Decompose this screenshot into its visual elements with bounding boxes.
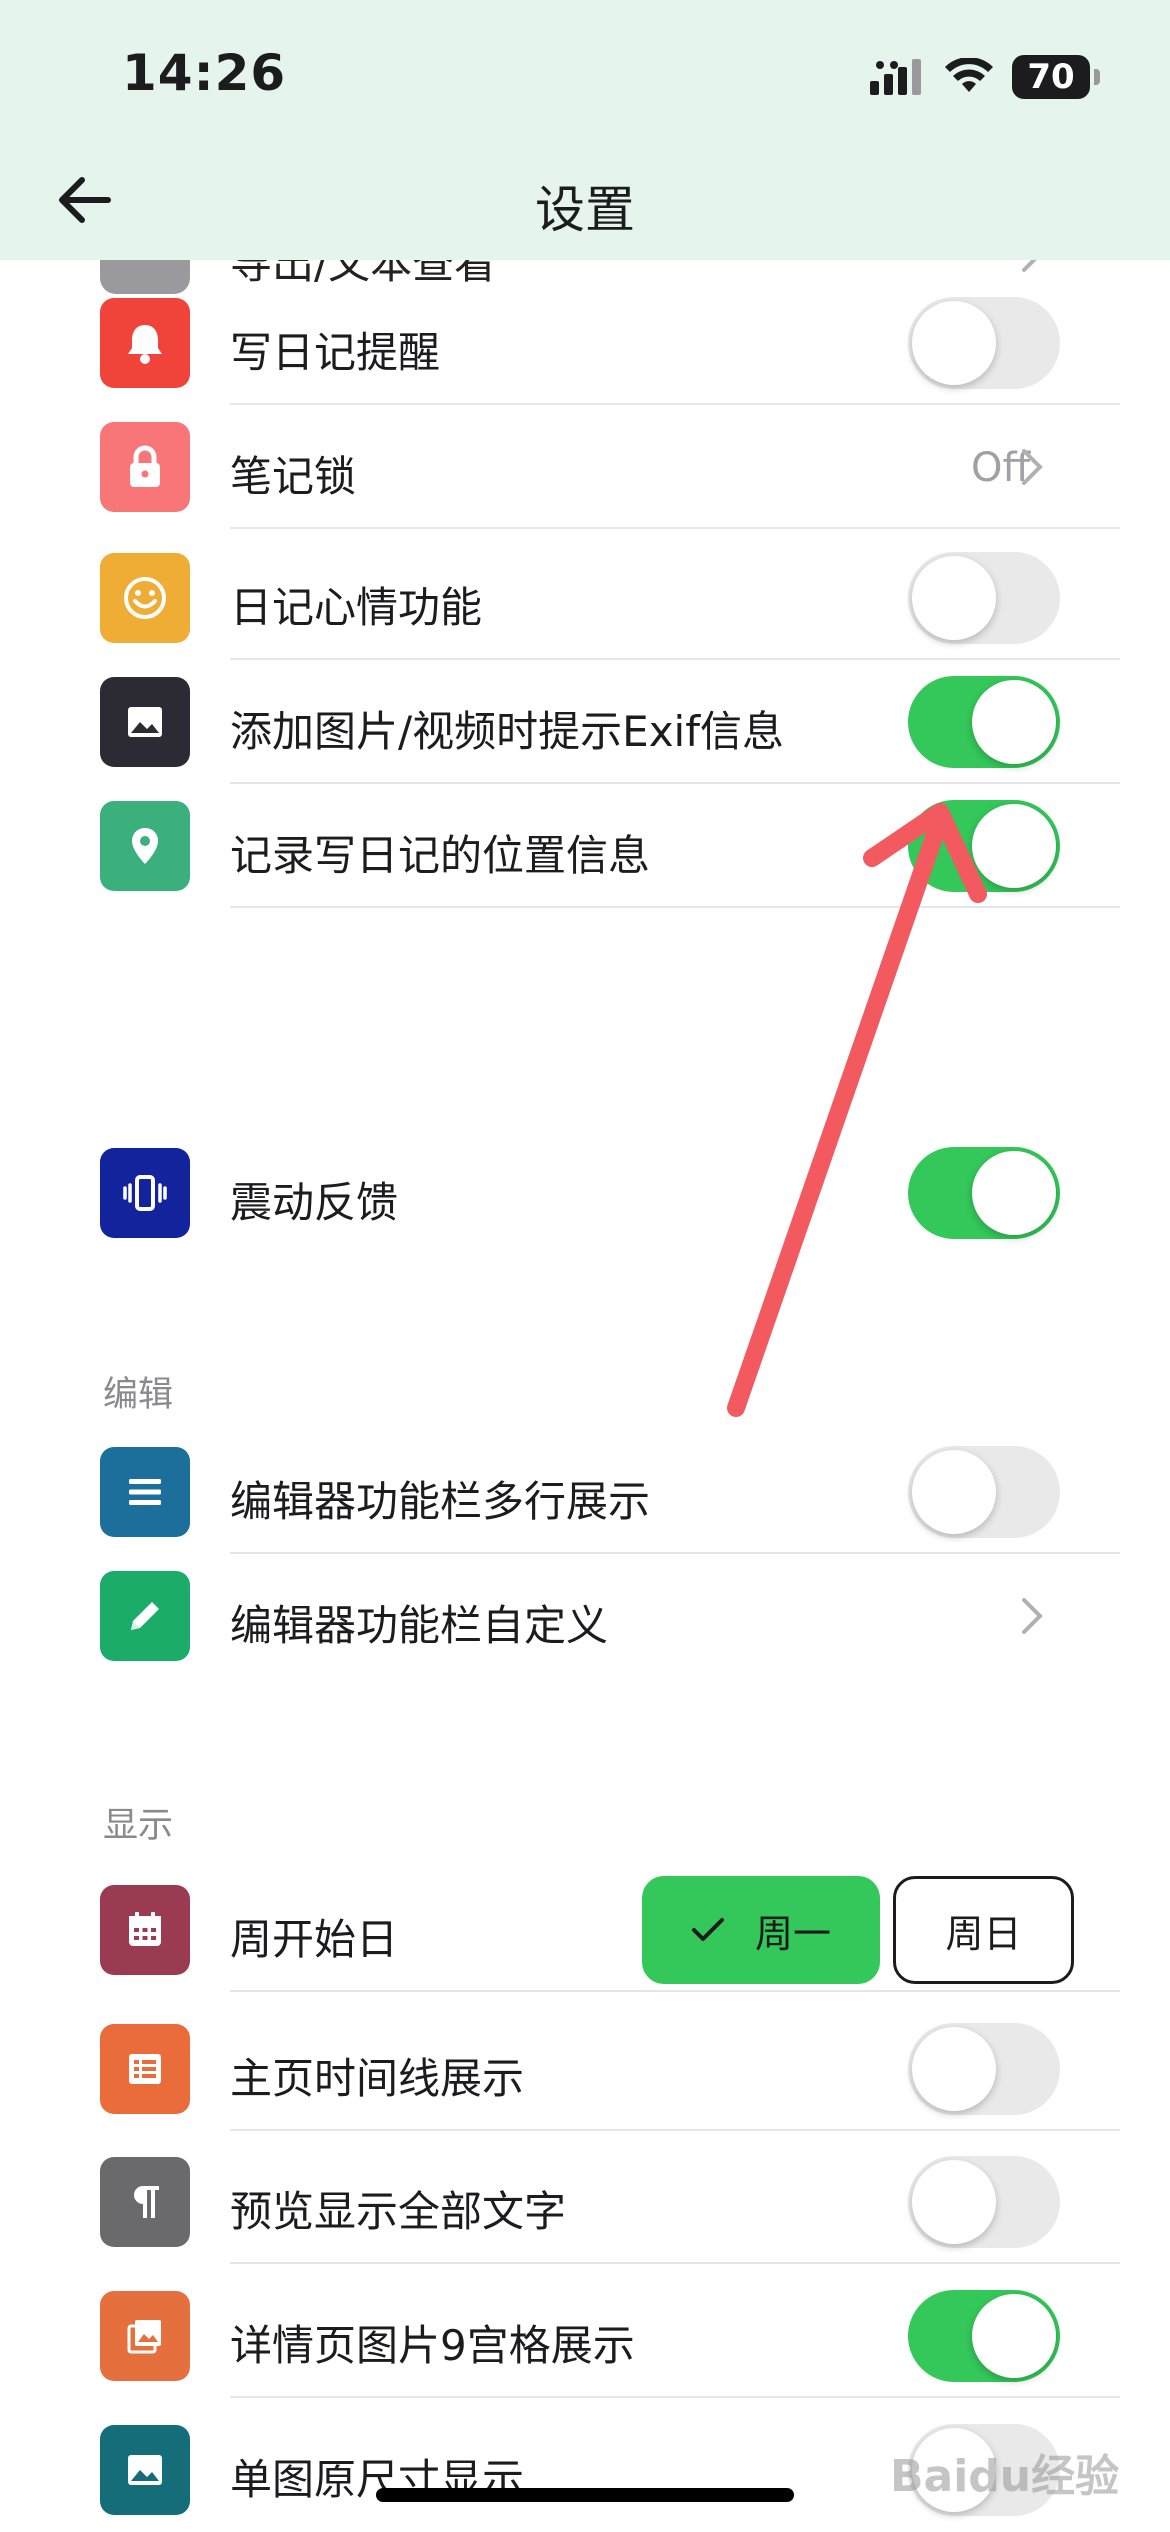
row-home-timeline[interactable]: 主页时间线展示	[100, 2007, 1120, 2131]
settings-list: 导出/文本查看 功能 写日记提醒 笔记锁 Off 日记心情功能 添加图片/视频时…	[0, 0, 1170, 2532]
pencil-icon	[100, 1571, 190, 1661]
calendar-icon	[100, 1885, 190, 1975]
location-icon	[100, 801, 190, 891]
list-icon	[100, 2024, 190, 2114]
paragraph-icon	[100, 2157, 190, 2247]
row-label: 记录写日记的位置信息	[230, 831, 651, 880]
toolbar-multiline-toggle[interactable]	[908, 1446, 1060, 1538]
checkmark-icon	[691, 1918, 724, 1941]
chevron-right-icon	[1022, 1598, 1043, 1634]
row-grid-images[interactable]: 详情页图片9宫格展示	[100, 2274, 1120, 2398]
vibrate-icon	[100, 1148, 190, 1238]
row-label: 详情页图片9宫格展示	[230, 2321, 635, 2370]
row-label: 编辑器功能栏自定义	[230, 1601, 609, 1650]
row-label: 写日记提醒	[230, 328, 441, 377]
row-label: 笔记锁	[230, 452, 357, 501]
top-bar: 14:26 70 设置	[0, 0, 1170, 260]
week-start-sunday-label: 周日	[945, 1911, 1022, 1956]
divider	[230, 527, 1120, 529]
row-note-lock[interactable]: 笔记锁 Off	[100, 405, 1120, 529]
watermark: Baidu经验	[890, 2451, 1120, 2502]
week-start-monday-label: 周一	[754, 1911, 831, 1956]
vibration-feedback-toggle[interactable]	[908, 1147, 1060, 1239]
row-week-start: 周开始日 周一 周日	[100, 1868, 1120, 1992]
battery-indicator: 70	[1012, 55, 1100, 99]
gallery-icon	[100, 2291, 190, 2381]
record-location-toggle[interactable]	[908, 800, 1060, 892]
row-label: 日记心情功能	[230, 583, 483, 632]
status-time: 14:26	[122, 44, 287, 102]
status-icons: 70	[870, 52, 1100, 102]
row-diary-mood[interactable]: 日记心情功能	[100, 536, 1120, 660]
home-timeline-toggle[interactable]	[908, 2023, 1060, 2115]
image-icon	[100, 677, 190, 767]
row-toolbar-customize[interactable]: 编辑器功能栏自定义	[100, 1554, 1120, 1678]
grid-images-toggle[interactable]	[908, 2290, 1060, 2382]
smile-icon	[100, 553, 190, 643]
divider	[230, 2396, 1120, 2398]
image-icon	[100, 2425, 190, 2515]
section-header-display: 显示	[103, 1806, 174, 1846]
page-title: 设置	[535, 181, 635, 239]
divider	[230, 2262, 1120, 2264]
cellular-signal-icon	[870, 59, 921, 95]
section-header-edit: 编辑	[103, 1375, 174, 1415]
row-record-location[interactable]: 记录写日记的位置信息	[100, 784, 1120, 908]
wifi-icon	[945, 58, 993, 92]
divider	[230, 2129, 1120, 2131]
row-label: 主页时间线展示	[230, 2054, 525, 2103]
home-indicator	[376, 2488, 794, 2502]
chevron-right-icon	[1022, 449, 1043, 485]
row-label: 添加图片/视频时提示Exif信息	[230, 707, 784, 756]
row-label: 预览显示全部文字	[230, 2187, 567, 2236]
diary-reminder-toggle[interactable]	[908, 297, 1060, 389]
week-start-sunday-option[interactable]: 周日	[893, 1876, 1074, 1984]
divider	[230, 1990, 1120, 1992]
lock-icon	[100, 422, 190, 512]
row-vibration-feedback[interactable]: 震动反馈	[100, 1131, 1120, 1255]
week-start-monday-option[interactable]: 周一	[642, 1876, 880, 1984]
preview-full-text-toggle[interactable]	[908, 2156, 1060, 2248]
row-label: 震动反馈	[230, 1178, 399, 1227]
row-exif-prompt[interactable]: 添加图片/视频时提示Exif信息	[100, 660, 1120, 784]
row-label: 编辑器功能栏多行展示	[230, 1477, 651, 1526]
row-diary-reminder[interactable]: 写日记提醒	[100, 281, 1120, 405]
exif-prompt-toggle[interactable]	[908, 676, 1060, 768]
diary-mood-toggle[interactable]	[908, 552, 1060, 644]
row-label: 周开始日	[230, 1915, 399, 1964]
divider	[230, 906, 1120, 908]
bell-icon	[100, 298, 190, 388]
row-toolbar-multiline[interactable]: 编辑器功能栏多行展示	[100, 1430, 1120, 1554]
row-preview-full-text[interactable]: 预览显示全部文字	[100, 2140, 1120, 2264]
menu-icon	[100, 1447, 190, 1537]
